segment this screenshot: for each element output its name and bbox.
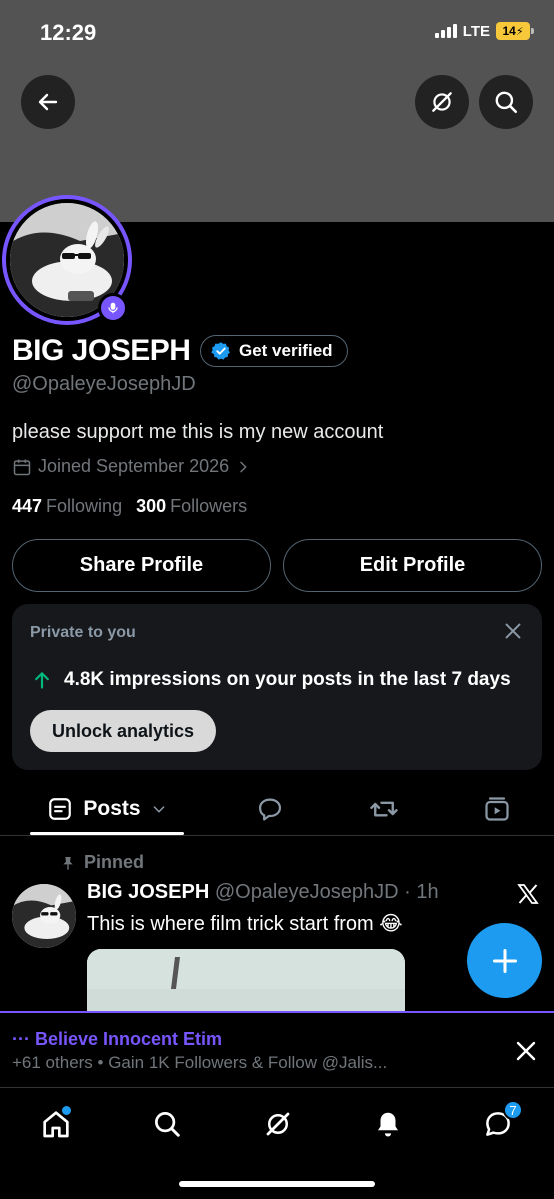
search-icon (495, 91, 518, 114)
post-source-logo (516, 882, 540, 911)
promo-subtitle: +61 others • Gain 1K Followers & Follow … (12, 1053, 388, 1072)
follow-stats: 447 Following 300 Followers (12, 496, 247, 517)
search-icon (155, 1112, 180, 1137)
unlock-analytics-button[interactable]: Unlock analytics (30, 710, 217, 752)
profile-bio: please support me this is my new account (12, 421, 384, 443)
edit-profile-button[interactable]: Edit Profile (283, 539, 542, 592)
grok-button[interactable] (415, 75, 469, 129)
search-button[interactable] (479, 75, 533, 129)
x-logo-icon (517, 884, 539, 904)
grok-icon (432, 92, 452, 112)
home-indicator (179, 1181, 375, 1187)
post-media[interactable] (87, 949, 405, 1011)
profile-name: BIG JOSEPH (12, 334, 191, 367)
joined-label: Joined September 2026 (38, 456, 230, 476)
promo-close-button[interactable] (514, 1039, 538, 1068)
spaces-promo-bar[interactable]: ··· Believe Innocent Etim +61 others • G… (0, 1011, 554, 1087)
post-avatar[interactable] (12, 884, 76, 948)
posts-icon (49, 798, 72, 820)
followers-count: 300 (136, 496, 167, 516)
media-icon (485, 797, 509, 821)
post-meta: @OpaleyeJosephJD · 1h (214, 881, 439, 903)
battery-icon: 14 ⚡ (496, 22, 534, 40)
bell-icon (378, 1112, 398, 1137)
following-label: Following (46, 496, 123, 516)
analytics-card: Private to you 4.8K impressions on your … (12, 604, 542, 770)
following-link[interactable]: 447 Following (12, 496, 122, 517)
profile-handle: @OpaleyeJosephJD (12, 373, 196, 395)
tab-reposts[interactable] (364, 782, 404, 836)
profile-tabs: Posts (0, 782, 554, 836)
status-indicators: LTE 14 ⚡ (434, 22, 534, 40)
status-time: 12:29 (40, 20, 97, 45)
arrow-up-icon (35, 672, 49, 689)
pin-icon (63, 856, 73, 870)
promo-title: ··· Believe Innocent Etim (12, 1029, 223, 1049)
messages-badge: 7 (503, 1100, 523, 1120)
post-author[interactable]: BIG JOSEPH (87, 881, 209, 903)
pinned-label: Pinned (84, 852, 145, 872)
post-text: This is where film trick start from 😂 (87, 913, 403, 935)
status-bar: 12:29 LTE 14 ⚡ (0, 0, 554, 70)
back-arrow-icon (38, 93, 58, 111)
tab-replies[interactable] (250, 782, 290, 836)
signal-icon (434, 24, 457, 38)
battery-level: 14 (502, 24, 516, 38)
get-verified-label: Get verified (239, 341, 333, 360)
following-count: 447 (12, 496, 43, 516)
close-icon (516, 1041, 536, 1061)
nav-search[interactable] (147, 1104, 187, 1144)
active-tab-indicator (30, 832, 184, 835)
tab-posts-label: Posts (83, 797, 141, 820)
replies-icon (258, 798, 282, 821)
pinned-indicator: Pinned (60, 852, 144, 873)
tab-media[interactable] (477, 782, 517, 836)
impressions-line: 4.8K impressions on your posts in the la… (32, 669, 511, 691)
calendar-icon (13, 459, 31, 475)
impressions-text: 4.8K impressions on your posts in the la… (64, 669, 511, 690)
microphone-icon (108, 302, 118, 314)
nav-grok[interactable] (258, 1104, 298, 1144)
back-button[interactable] (21, 75, 75, 129)
nav-messages[interactable]: 7 (478, 1100, 523, 1144)
home-notification-dot (62, 1106, 71, 1115)
grok-icon (266, 1112, 290, 1136)
card-title: Private to you (30, 624, 136, 641)
joined-date[interactable]: Joined September 2026 (12, 456, 251, 477)
compose-button[interactable] (467, 923, 542, 998)
followers-label: Followers (170, 496, 248, 516)
nav-notifications[interactable] (368, 1104, 408, 1144)
plus-icon (492, 948, 517, 973)
network-label: LTE (462, 22, 490, 40)
followers-link[interactable]: 300 Followers (136, 496, 247, 517)
tab-posts[interactable]: Posts (30, 782, 184, 836)
retweet-icon (370, 801, 398, 817)
chevron-right-icon (240, 461, 247, 472)
close-icon (505, 623, 521, 639)
nav-home[interactable] (36, 1104, 76, 1144)
chevron-down-icon (153, 806, 164, 813)
spaces-badge[interactable] (98, 293, 128, 323)
verified-check-icon (211, 342, 230, 360)
post-header: BIG JOSEPH @OpaleyeJosephJD · 1h (87, 881, 439, 904)
share-profile-button[interactable]: Share Profile (12, 539, 271, 592)
card-close-button[interactable] (502, 620, 524, 647)
get-verified-button[interactable]: Get verified (200, 335, 348, 367)
